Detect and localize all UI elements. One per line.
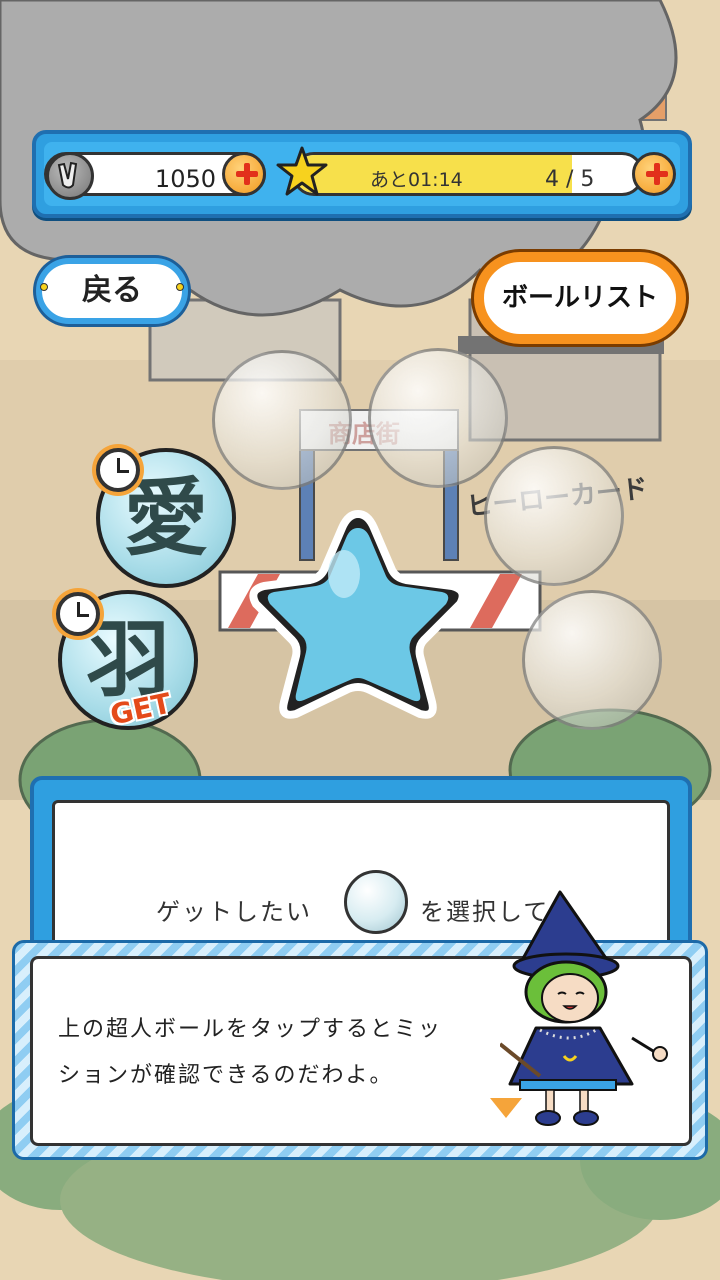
- back-button-label: 戻る: [82, 273, 142, 308]
- back-button-dot-icon: [176, 283, 184, 291]
- star-count: 4 / 5: [545, 167, 595, 192]
- stopwatch-icon: [56, 592, 100, 636]
- peace-sign-icon: [46, 152, 94, 200]
- coin-value: 1050: [154, 165, 216, 193]
- ball-list-button[interactable]: ボールリスト: [474, 252, 686, 344]
- message-line-1: 上の超人ボールをタップするとミッ: [58, 1017, 443, 1042]
- message-line-2: ションが確認できるのだわよ。: [58, 1063, 394, 1088]
- back-button-dot-icon: [40, 283, 48, 291]
- info-text-prefix: ゲットしたい: [156, 898, 312, 926]
- add-stars-button[interactable]: [632, 152, 676, 196]
- stopwatch-icon: [96, 448, 140, 492]
- stamina-timer: あと01:14: [370, 169, 463, 191]
- empty-ball-slot[interactable]: [368, 348, 508, 488]
- ball-list-button-label: ボールリスト: [501, 283, 658, 313]
- ball-bubble-icon: [344, 870, 408, 934]
- big-star-icon[interactable]: [240, 504, 476, 730]
- peace-sign-glyph: [57, 161, 78, 189]
- empty-ball-slot[interactable]: [484, 446, 624, 586]
- empty-ball-slot[interactable]: [522, 590, 662, 730]
- back-button[interactable]: 戻る: [36, 258, 188, 324]
- witch-character: [500, 890, 668, 1126]
- empty-ball-slot[interactable]: [212, 350, 352, 490]
- star-icon: [276, 146, 328, 196]
- add-coins-button[interactable]: [222, 152, 266, 196]
